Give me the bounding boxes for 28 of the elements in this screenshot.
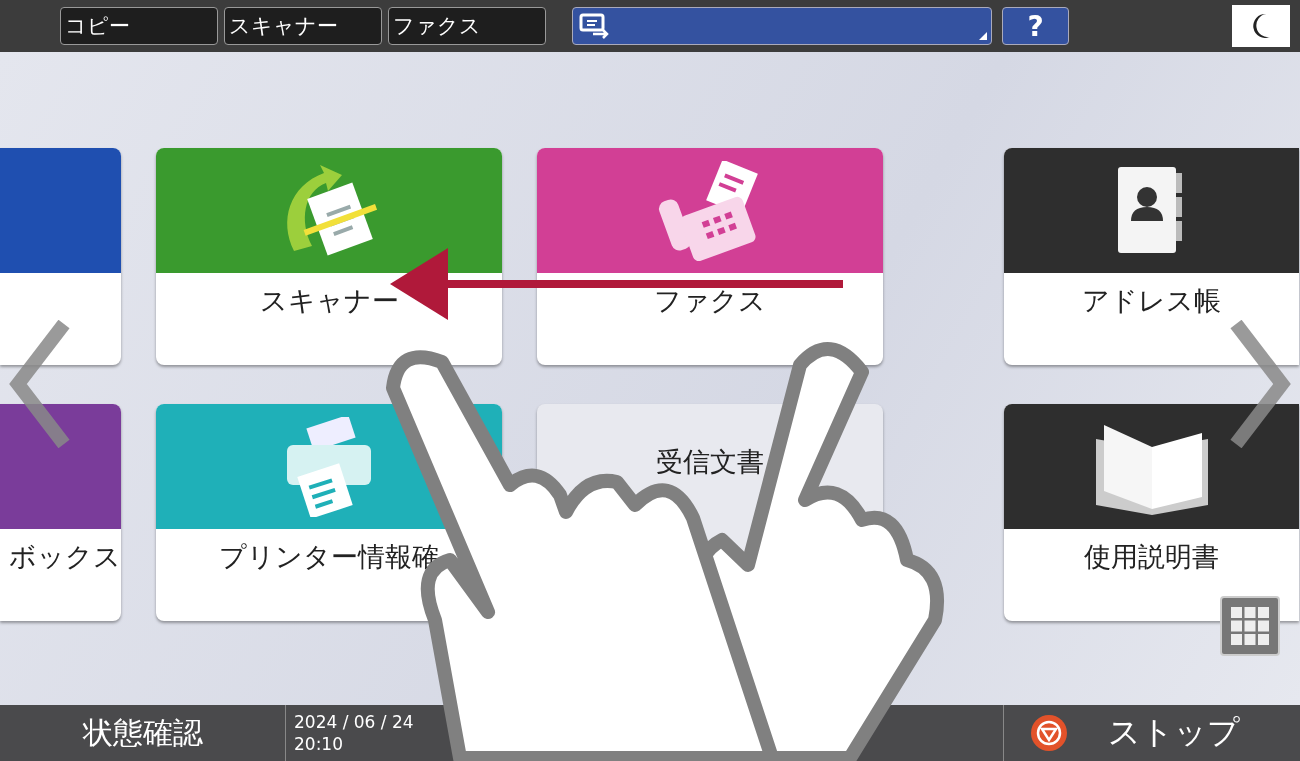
grid-icon bbox=[1230, 606, 1270, 646]
tile-label: 使用説明書 bbox=[1083, 540, 1220, 574]
time-text: 20:10 bbox=[294, 733, 344, 755]
tile-label: アドレス帳 bbox=[1081, 284, 1222, 318]
corner-icon bbox=[979, 32, 987, 40]
mode-tab[interactable]: コピー bbox=[60, 7, 218, 45]
app-tile[interactable] bbox=[0, 148, 121, 365]
mode-tab[interactable]: スキャナー bbox=[224, 7, 382, 45]
date-text: 2024 / 06 / 24 bbox=[294, 711, 414, 733]
chevron-left-icon[interactable] bbox=[8, 320, 70, 448]
app-tile[interactable]: スキャナー bbox=[156, 148, 502, 365]
app-tile[interactable]: ファクス bbox=[537, 148, 883, 365]
stop-button[interactable]: ストップ bbox=[1003, 705, 1300, 761]
app-tile[interactable]: 使用説明書 bbox=[1004, 404, 1299, 621]
tile-label: 受信文書 bbox=[655, 445, 765, 479]
energy-saver-button[interactable] bbox=[1232, 5, 1290, 47]
app-tile[interactable]: アドレス帳 bbox=[1004, 148, 1299, 365]
status-check-button[interactable]: 状態確認 bbox=[0, 705, 286, 761]
job-list-dropdown[interactable] bbox=[572, 7, 992, 45]
stop-icon bbox=[1030, 714, 1068, 752]
app-grid-button[interactable] bbox=[1220, 596, 1280, 656]
chevron-right-icon[interactable] bbox=[1230, 320, 1292, 448]
tile-label: スキャナー bbox=[258, 284, 400, 318]
tile-label: ファクス bbox=[653, 284, 767, 318]
help-button[interactable]: ? bbox=[1002, 7, 1069, 45]
tile-label: ボックス bbox=[8, 540, 121, 574]
mode-tab[interactable]: ファクス bbox=[388, 7, 546, 45]
app-tile[interactable]: ボックス bbox=[0, 404, 121, 621]
